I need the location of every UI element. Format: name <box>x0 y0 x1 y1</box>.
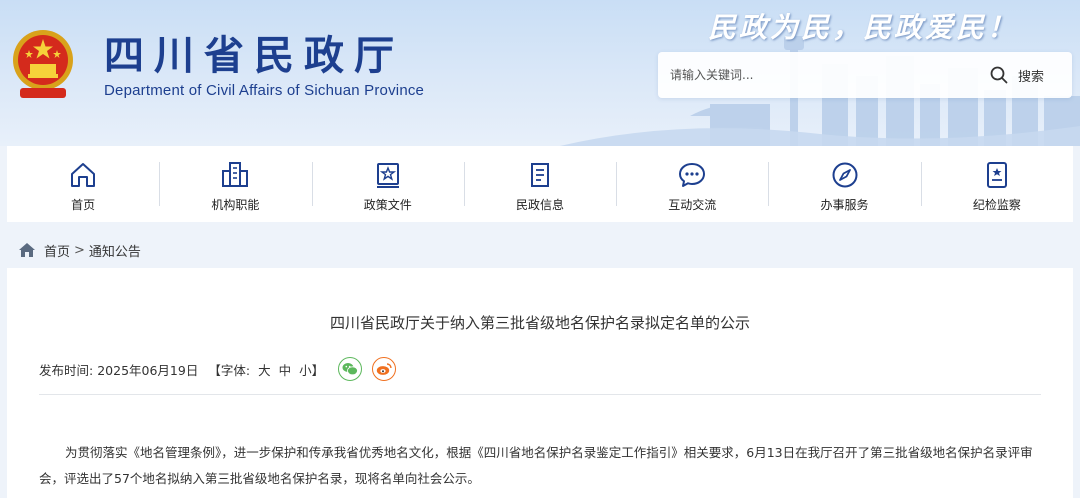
search-button-label: 搜索 <box>1018 69 1045 85</box>
home-icon <box>19 243 35 257</box>
national-emblem-icon <box>13 30 73 98</box>
nav-item-organization[interactable]: 机构职能 <box>159 146 311 222</box>
nav-label: 首页 <box>71 198 96 212</box>
compass-icon <box>832 162 858 188</box>
nav-label: 纪检监察 <box>972 198 1021 212</box>
main-nav: 首页 机构职能 政策文件 民政信息 互动交流 办事服务 纪检监察 <box>7 146 1073 222</box>
search-button[interactable]: 搜索 <box>990 62 1062 88</box>
badge-icon <box>986 162 1007 188</box>
home-icon <box>71 163 96 187</box>
font-size-label: 【字体: <box>208 362 251 378</box>
chat-icon <box>679 163 706 187</box>
nav-label: 办事服务 <box>820 198 869 212</box>
article-meta: 发布时间: 2025年06月19日 【字体: 大 中 小】 <box>39 354 397 384</box>
breadcrumb-notices[interactable]: 通知公告 <box>89 241 141 260</box>
share-weibo-button[interactable] <box>372 357 397 381</box>
font-size-medium[interactable]: 中 <box>279 360 292 379</box>
nav-item-services[interactable]: 办事服务 <box>768 146 920 222</box>
search-input[interactable] <box>670 62 970 88</box>
article-title: 四川省民政厅关于纳入第三批省级地名保护名录拟定名单的公示 <box>329 314 750 332</box>
nav-item-policy[interactable]: 政策文件 <box>311 146 464 222</box>
font-size-small[interactable]: 小】 <box>299 360 324 379</box>
article-panel: 四川省民政厅关于纳入第三批省级地名保护名录拟定名单的公示 发布时间: 2025年… <box>7 268 1073 498</box>
breadcrumb-home[interactable]: 首页 <box>44 241 70 260</box>
nav-label: 机构职能 <box>211 198 260 212</box>
nav-item-news[interactable]: 民政信息 <box>463 146 616 222</box>
wechat-icon <box>342 363 359 376</box>
search-icon <box>990 66 1008 84</box>
site-subtitle: Department of Civil Affairs of Sichuan P… <box>104 82 425 99</box>
divider <box>39 394 1041 395</box>
header-banner: 四川省民政厅 Department of Civil Affairs of Si… <box>0 0 1080 146</box>
font-size-large[interactable]: 大 <box>258 360 271 379</box>
article-body: 为贯彻落实《地名管理条例》，进一步保护和传承我省优秀地名文化，根据《四川省地名保… <box>39 445 1033 486</box>
nav-label: 政策文件 <box>363 198 412 212</box>
nav-item-home[interactable]: 首页 <box>7 146 159 222</box>
nav-item-discipline[interactable]: 纪检监察 <box>920 146 1073 222</box>
breadcrumb-separator: > <box>74 242 85 258</box>
nav-label: 民政信息 <box>515 198 564 212</box>
share-wechat-button[interactable] <box>338 357 363 381</box>
document-star-icon <box>376 163 399 188</box>
nav-item-interaction[interactable]: 互动交流 <box>616 146 768 222</box>
slogan: 民政为民，民政爱民！ <box>708 11 1019 44</box>
news-icon <box>530 163 549 187</box>
building-icon <box>222 162 249 187</box>
breadcrumb: 首页 > 通知公告 <box>18 240 141 260</box>
nav-label: 互动交流 <box>668 198 717 212</box>
site-title: 四川省民政厅 <box>104 32 404 79</box>
publish-label: 发布时间: <box>39 362 94 378</box>
publish-date: 2025年06月19日 <box>97 362 199 378</box>
weibo-icon <box>376 363 392 375</box>
